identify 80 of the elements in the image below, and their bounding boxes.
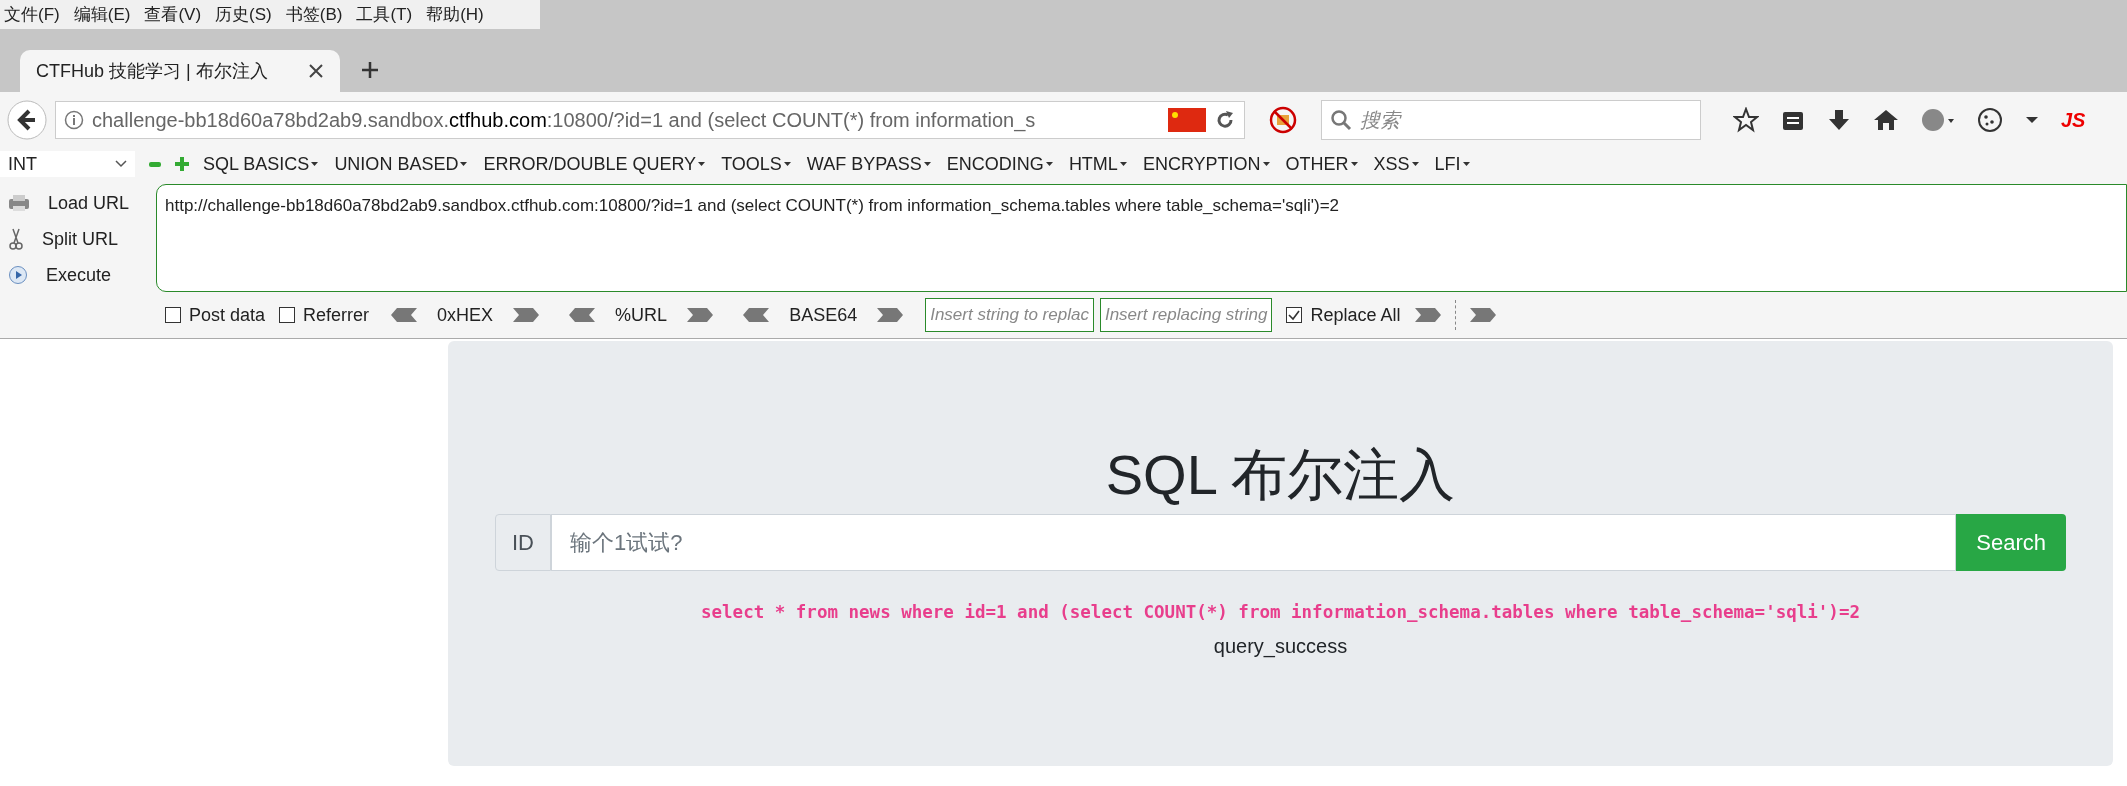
checkbox-label[interactable]: Referrer — [303, 301, 370, 329]
caret-icon — [1045, 161, 1053, 167]
hackbar-menu[interactable]: ENCRYPTION — [1142, 150, 1270, 178]
play-icon — [8, 265, 28, 285]
result-text: query_success — [1213, 634, 1348, 660]
caret-icon — [460, 161, 468, 167]
checkbox-label[interactable]: Post data — [189, 301, 266, 329]
close-icon[interactable] — [308, 63, 324, 79]
url-textarea[interactable]: http://challenge-bb18d60a78bd2ab9.sandbox.ctfhub.com:10800/?id=1 and (select COUNT(*) from information_schema.tables where table_schema='sqli')=2 — [156, 184, 2127, 292]
encoder-label: 0xHEX — [437, 303, 494, 327]
back-icon[interactable] — [7, 100, 47, 140]
id-input[interactable]: 输个1试试? — [551, 514, 1957, 572]
menu-item[interactable]: 历史(S) — [215, 1, 272, 28]
browser-tab[interactable]: CTFHub 技能学习 | 布尔注入 — [20, 50, 340, 92]
query-code: select * from news where id=1 and (select COUNT(*) from information_schema.tables where table_schema='sqli')=2 — [701, 601, 1860, 625]
flag-icon — [1168, 108, 1206, 132]
caret-icon — [1350, 161, 1358, 167]
replace-field[interactable]: Insert replacing string — [1099, 298, 1273, 332]
search-icon — [1330, 109, 1352, 131]
input-label: ID — [495, 514, 551, 572]
caret-icon — [1462, 161, 1470, 167]
hackbar-menu[interactable]: XSS — [1373, 150, 1419, 178]
encoder-label: BASE64 — [789, 303, 858, 327]
hackbar-menu[interactable]: UNION BASED — [334, 150, 468, 178]
search-field[interactable]: 搜索 — [1321, 100, 1701, 140]
download-icon[interactable] — [1827, 108, 1851, 132]
menu-item[interactable]: 工具(T) — [356, 1, 413, 28]
hackbar-menu[interactable]: WAF BYPASS — [806, 150, 931, 178]
info-icon[interactable] — [64, 110, 84, 130]
checkbox-label[interactable]: Replace All — [1310, 301, 1401, 329]
hackbar-menu[interactable]: ENCODING — [946, 150, 1053, 178]
checkbox[interactable] — [1286, 307, 1303, 323]
type-select[interactable]: INT — [0, 151, 135, 177]
caret-icon — [1262, 161, 1270, 167]
home-icon[interactable] — [1873, 108, 1899, 132]
plus-icon[interactable] — [175, 157, 189, 171]
menu-item[interactable]: 查看(V) — [144, 1, 202, 28]
blocked-icon[interactable] — [1269, 106, 1297, 134]
right-arrow-icon[interactable] — [687, 308, 714, 322]
toolbar-badge[interactable]: JS — [2061, 105, 2086, 135]
hackbar-menu[interactable]: OTHER — [1285, 150, 1358, 178]
hackbar-menu[interactable]: HTML — [1068, 150, 1127, 178]
menu-item[interactable]: 编辑(E) — [73, 1, 131, 28]
hackbar-menu[interactable]: TOOLS — [721, 150, 791, 178]
hackbar-menu[interactable]: SQL BASICS — [203, 150, 319, 178]
menu-item[interactable]: 帮助(H) — [426, 1, 484, 28]
hackbar-menu[interactable]: LFI — [1434, 150, 1470, 178]
right-arrow-icon[interactable] — [1414, 308, 1441, 322]
left-arrow-icon[interactable] — [569, 308, 596, 322]
right-arrow-icon[interactable] — [513, 308, 540, 322]
url-text[interactable]: challenge-bb18d60a78bd2ab9.sandbox.ctfhub.com:10800/?id=1 and (select COUNT(*) from information_s — [92, 105, 1160, 135]
encoder-label: %URL — [615, 303, 668, 327]
action-button[interactable]: Split URL — [42, 225, 119, 253]
caret-icon — [311, 161, 319, 167]
star-icon[interactable] — [1733, 107, 1759, 133]
action-button[interactable]: Load URL — [48, 189, 130, 217]
action-button[interactable]: Execute — [46, 261, 112, 289]
caret-icon — [1411, 161, 1419, 167]
caret-icon — [1119, 161, 1127, 167]
replace-field[interactable]: Insert string to replac — [925, 298, 1094, 332]
right-arrow-icon[interactable] — [1469, 308, 1496, 322]
menu-item[interactable]: 文件(F) — [4, 1, 60, 28]
hackbar-menu[interactable]: ERROR/DOUBLE QUERY — [483, 150, 706, 178]
chevron-icon — [115, 160, 127, 168]
caret-icon[interactable] — [2025, 115, 2039, 125]
printer-icon — [8, 193, 30, 213]
caret-icon — [923, 161, 931, 167]
page-title: SQL 布尔注入 — [1105, 442, 1456, 508]
cookie-icon[interactable] — [1977, 107, 2003, 133]
checkbox[interactable] — [165, 307, 181, 323]
left-arrow-icon[interactable] — [743, 308, 770, 322]
scissors-icon — [8, 227, 24, 251]
left-arrow-icon[interactable] — [391, 308, 418, 322]
caret-icon — [783, 161, 791, 167]
checkbox[interactable] — [279, 307, 296, 323]
caret-icon — [698, 161, 706, 167]
right-arrow-icon[interactable] — [877, 308, 904, 322]
new-tab-icon[interactable] — [360, 60, 380, 80]
menu-item[interactable]: 书签(B) — [285, 1, 343, 28]
address-bar[interactable]: challenge-bb18d60a78bd2ab9.sandbox.ctfhub.com:10800/?id=1 and (select COUNT(*) from information_s — [55, 101, 1245, 139]
